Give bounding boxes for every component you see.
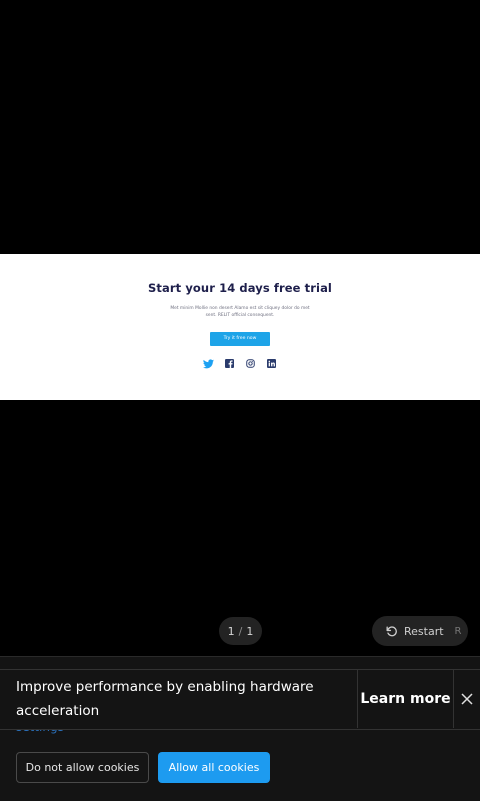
close-banner-button[interactable] [453,670,480,728]
social-icons [0,358,480,369]
counter-separator: / [238,624,243,638]
slide-counter: 1 / 1 [219,617,262,645]
restart-icon [385,625,398,638]
restart-label: Restart [404,624,444,638]
deny-cookies-button[interactable]: Do not allow cookies [16,752,149,783]
learn-more-label: Learn more [360,691,451,707]
banner-message: Improve performance by enabling hardware… [16,679,314,719]
facebook-icon[interactable] [224,358,235,369]
allow-cookies-button[interactable]: Allow all cookies [158,752,270,783]
try-free-button[interactable]: Try it free now [210,332,270,346]
current-slide: 1 [227,624,235,638]
slide-description: Met minim Mollie non desert Alamo est si… [170,306,310,318]
total-slides: 1 [246,624,254,638]
slide-title: Start your 14 days free trial [148,281,332,295]
linkedin-icon[interactable] [266,358,277,369]
instagram-icon[interactable] [245,358,256,369]
slide-card: Start your 14 days free trial Met minim … [0,254,480,400]
learn-more-button[interactable]: Learn more [357,670,454,728]
close-icon [460,690,473,709]
twitter-icon[interactable] [203,358,214,369]
restart-button[interactable]: Restart R [372,616,468,646]
restart-shortcut: R [454,625,462,637]
